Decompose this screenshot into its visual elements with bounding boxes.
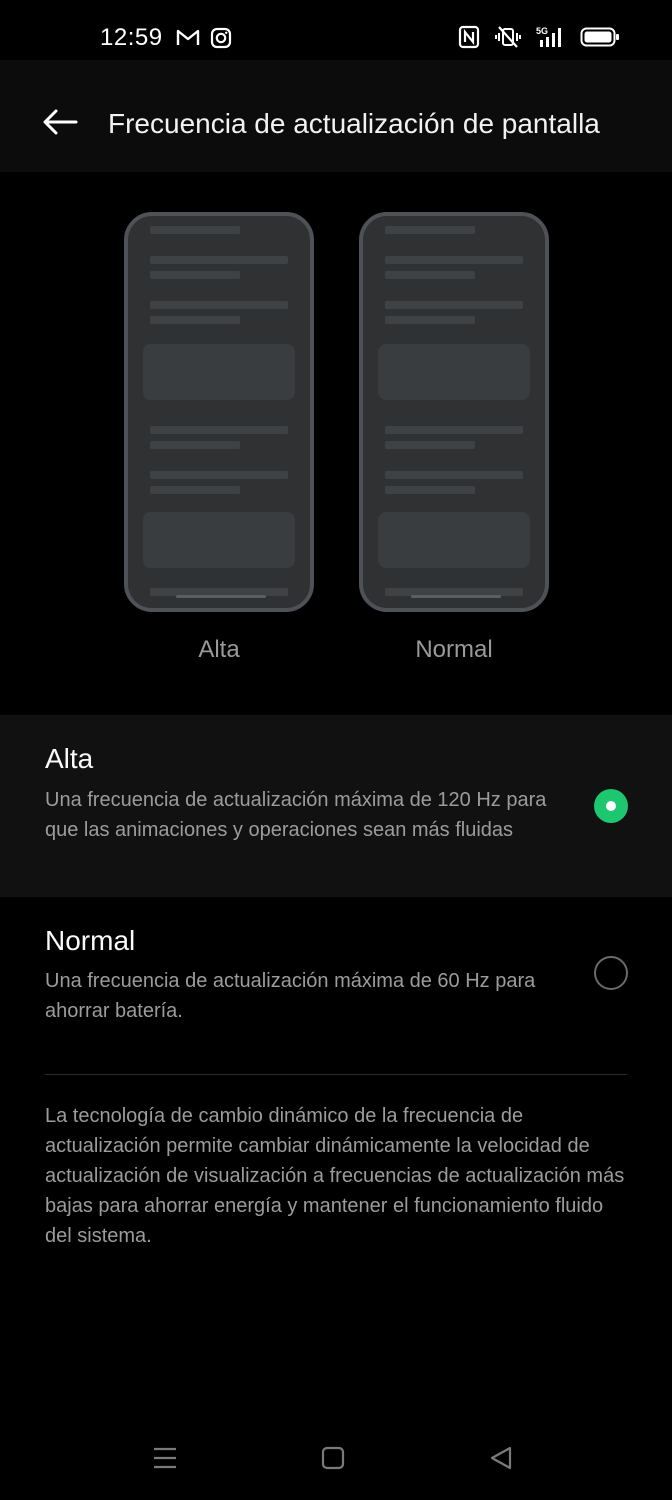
option-normal[interactable]: Normal Una frecuencia de actualización m… bbox=[0, 897, 672, 1047]
option-title: Alta bbox=[45, 743, 94, 774]
phone-preview-normal bbox=[359, 212, 549, 612]
refresh-rate-preview: Alta Normal bbox=[0, 172, 672, 715]
divider bbox=[45, 1074, 627, 1075]
footer-note: La tecnología de cambio dinámico de la f… bbox=[45, 1105, 625, 1247]
preview-label-alta: Alta bbox=[198, 636, 240, 663]
home-button[interactable] bbox=[313, 1442, 353, 1478]
status-time: 12:59 bbox=[100, 24, 163, 51]
signal-5g-icon: 5G bbox=[536, 25, 566, 54]
status-bar: 12:59 5G bbox=[0, 0, 672, 60]
gmail-icon bbox=[176, 27, 200, 54]
nfc-icon bbox=[458, 25, 480, 54]
battery-icon bbox=[580, 26, 620, 53]
status-right-icons: 5G bbox=[458, 25, 620, 54]
radio-selected-dot bbox=[606, 801, 616, 811]
back-triangle-icon bbox=[488, 1445, 514, 1476]
page-title: Frecuencia de actualización de pantalla bbox=[108, 108, 600, 139]
option-description: Una frecuencia de actualización máxima d… bbox=[45, 970, 536, 1022]
instagram-icon bbox=[210, 27, 232, 54]
status-left-icons bbox=[176, 27, 232, 54]
home-square-icon bbox=[320, 1445, 346, 1476]
back-arrow-icon bbox=[42, 108, 78, 141]
menu-icon bbox=[152, 1446, 178, 1475]
header: Frecuencia de actualización de pantalla bbox=[0, 60, 672, 172]
navigation-bar bbox=[0, 1420, 672, 1500]
network-label: 5G bbox=[536, 26, 548, 36]
radio-normal[interactable] bbox=[594, 956, 628, 990]
preview-label-normal: Normal bbox=[415, 636, 493, 663]
back-button[interactable] bbox=[36, 104, 84, 144]
recent-apps-button[interactable] bbox=[145, 1442, 185, 1478]
option-title: Normal bbox=[45, 925, 136, 956]
vibrate-mute-icon bbox=[494, 25, 522, 54]
phone-preview-alta bbox=[124, 212, 314, 612]
back-nav-button[interactable] bbox=[481, 1442, 521, 1478]
option-description: Una frecuencia de actualización máxima d… bbox=[45, 789, 547, 841]
option-alta[interactable]: Alta Una frecuencia de actualización máx… bbox=[0, 715, 672, 897]
radio-alta[interactable] bbox=[594, 789, 628, 823]
